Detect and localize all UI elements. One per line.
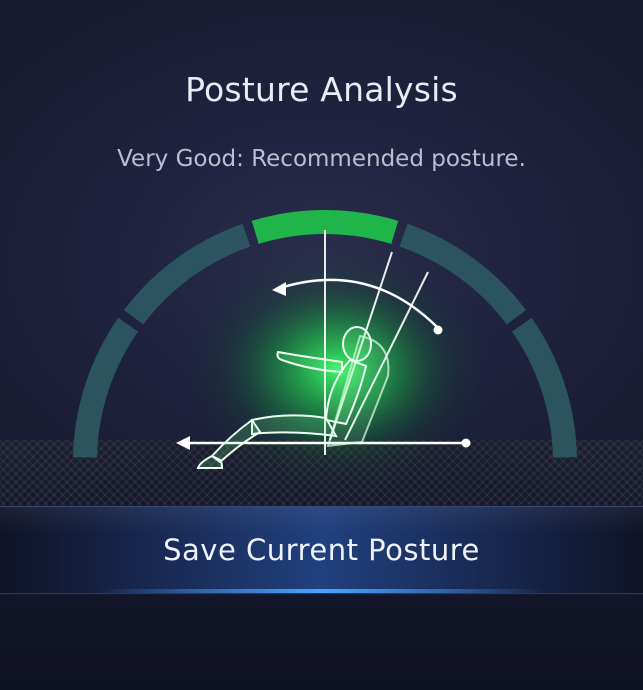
gauge-segment-5 [511, 317, 577, 458]
bottom-panel [0, 595, 643, 690]
save-button-label: Save Current Posture [163, 533, 480, 567]
button-glow [100, 589, 543, 593]
posture-analysis-screen: Posture Analysis Very Good: Recommended … [0, 0, 643, 690]
save-current-posture-button[interactable]: Save Current Posture [0, 506, 643, 594]
gauge-segment-1 [73, 317, 139, 458]
